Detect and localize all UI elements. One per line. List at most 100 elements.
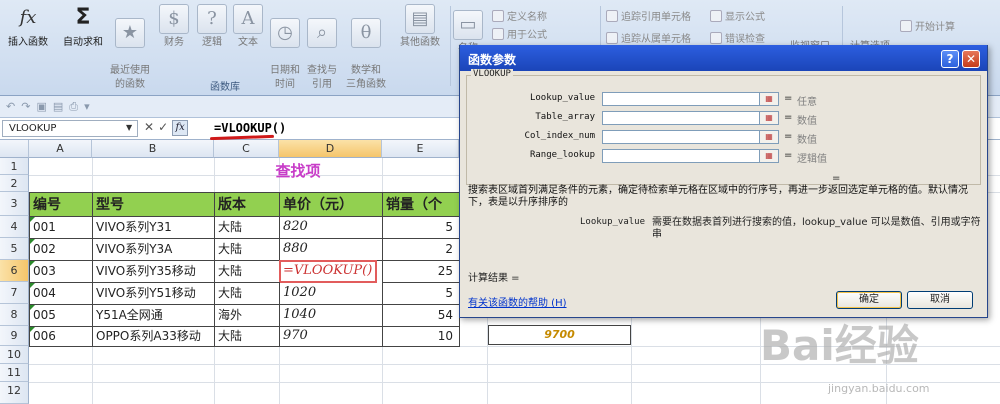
customize-qat-icon[interactable]: ▾ [84,100,96,113]
name-box[interactable]: VLOOKUP [2,120,138,137]
cell-price[interactable]: 820 [279,216,383,239]
help-icon[interactable]: ? [941,50,959,68]
cell-id[interactable]: 006 [29,326,93,347]
row-header-8[interactable]: 8 [0,304,29,326]
cell-version[interactable]: 大陆 [214,238,280,261]
cell-price[interactable]: 1040 [279,304,383,327]
cancel-icon[interactable]: ✕ [144,120,154,136]
cell-id[interactable]: 001 [29,216,93,239]
ok-button[interactable]: 确定 [836,291,902,309]
cell-sales[interactable]: 2 [382,238,460,261]
row-header-5[interactable]: 5 [0,238,29,260]
arg-hint: 逻辑值 [797,154,827,165]
cell-version[interactable]: 大陆 [214,216,280,239]
collapse-dialog-icon[interactable]: ▦ [759,130,779,144]
financial-button[interactable]: $ 财务 [156,4,192,50]
open-icon[interactable]: ▤ [53,100,69,113]
function-help-link[interactable]: 有关该函数的帮助 (H) [468,294,567,309]
error-checking-button[interactable]: 错误检查 [710,30,765,45]
cell-id[interactable]: 002 [29,238,93,261]
col-index-num-input[interactable] [602,130,760,144]
more-functions-button[interactable]: ▤ 其他函数 [394,4,446,50]
save-icon[interactable]: ▣ [36,100,52,113]
formula-input[interactable]: =VLOOKUP() [214,121,286,135]
row-header-7[interactable]: 7 [0,282,29,304]
print-icon[interactable]: ⎙ [69,100,84,113]
select-all-corner[interactable] [0,140,29,158]
cell-id[interactable]: 004 [29,282,93,305]
row-header-12[interactable]: 12 [0,382,29,404]
row-header-1[interactable]: 1 [0,158,29,175]
header-cell-price[interactable]: 单价（元） [279,192,383,217]
cell-price[interactable]: 880 [279,238,383,261]
col-header-a[interactable]: A [29,140,92,158]
use-in-formula-button[interactable]: 用于公式 [492,26,547,41]
row-header-3[interactable]: 3 [0,192,29,216]
trace-precedents-button[interactable]: 追踪引用单元格 [606,8,691,23]
arg-hint: 数值 [797,135,817,146]
row-header-10[interactable]: 10 [0,346,29,364]
error-indicator-icon [30,239,35,244]
row-header-4[interactable]: 4 [0,216,29,238]
redo-icon[interactable]: ↷ [21,100,36,113]
cell-sales[interactable]: 10 [382,326,460,347]
cell-version[interactable]: 海外 [214,304,280,327]
insert-function-icon[interactable]: fx [172,120,189,136]
cancel-button[interactable]: 取消 [907,291,973,309]
lookup-value-input[interactable] [602,92,760,106]
cell-version[interactable]: 大陆 [214,326,280,347]
cell-id[interactable]: 005 [29,304,93,327]
define-name-button[interactable]: 定义名称 [492,8,547,23]
cell-id[interactable]: 003 [29,260,93,283]
row-header-9[interactable]: 9 [0,326,29,346]
cell-sales[interactable]: 54 [382,304,460,327]
function-library-group-label: 函数库 [210,82,240,93]
collapse-dialog-icon[interactable]: ▦ [759,149,779,163]
cell-model[interactable]: OPPO系列A33移动 [92,326,215,347]
cell-model[interactable]: Y51A全网通 [92,304,215,327]
cell-price[interactable]: 1020 [279,282,383,305]
cell-version[interactable]: 大陆 [214,260,280,283]
row-header-11[interactable]: 11 [0,364,29,382]
header-cell-version[interactable]: 版本 [214,192,280,217]
cell-sales[interactable]: 5 [382,282,460,305]
chevron-down-icon[interactable]: ▼ [126,123,132,132]
undo-icon[interactable]: ↶ [6,100,21,113]
col-header-b[interactable]: B [92,140,214,158]
sheet-title-cell[interactable]: 查找项 [214,160,382,181]
table-array-input[interactable] [602,111,760,125]
cell-sales[interactable]: 5 [382,216,460,239]
active-cell-formula[interactable]: =VLOOKUP() [279,260,377,283]
header-cell-model[interactable]: 型号 [92,192,215,217]
cell-price[interactable]: 970 [279,326,383,347]
logical-button[interactable]: ? 逻辑 [194,4,230,50]
collapse-dialog-icon[interactable]: ▦ [759,111,779,125]
range-lookup-input[interactable] [602,149,760,163]
row-header-2[interactable]: 2 [0,175,29,192]
col-header-d[interactable]: D [279,140,382,158]
define-name-icon [492,9,504,22]
cell-model[interactable]: VIVO系列Y35移动 [92,260,215,283]
use-in-formula-icon [492,27,504,40]
autosum-button[interactable]: Σ 自动求和 [58,4,108,50]
dialog-title[interactable]: 函数参数 [460,45,987,71]
row-header-6[interactable]: 6 [0,260,29,282]
insert-function-button[interactable]: fx 插入函数 [4,4,52,50]
cell-model[interactable]: VIVO系列Y3A [92,238,215,261]
enter-icon[interactable]: ✓ [158,120,168,136]
cell-model[interactable]: VIVO系列Y31 [92,216,215,239]
cell-version[interactable]: 大陆 [214,282,280,305]
trace-dependents-button[interactable]: 追踪从属单元格 [606,30,691,45]
show-formulas-button[interactable]: 显示公式 [710,8,765,23]
cell-model[interactable]: VIVO系列Y51移动 [92,282,215,305]
header-cell-id[interactable]: 编号 [29,192,93,217]
header-cell-sales[interactable]: 销量（个 [382,192,460,217]
close-icon[interactable]: ✕ [962,50,980,68]
collapse-dialog-icon[interactable]: ▦ [759,92,779,106]
start-calc-button[interactable]: 开始计算 [900,18,955,33]
cell-sales[interactable]: 25 [382,260,460,283]
col-header-e[interactable]: E [382,140,459,158]
total-value-cell[interactable]: 9700 [488,325,631,345]
text-button[interactable]: A 文本 [230,4,266,50]
col-header-c[interactable]: C [214,140,279,158]
